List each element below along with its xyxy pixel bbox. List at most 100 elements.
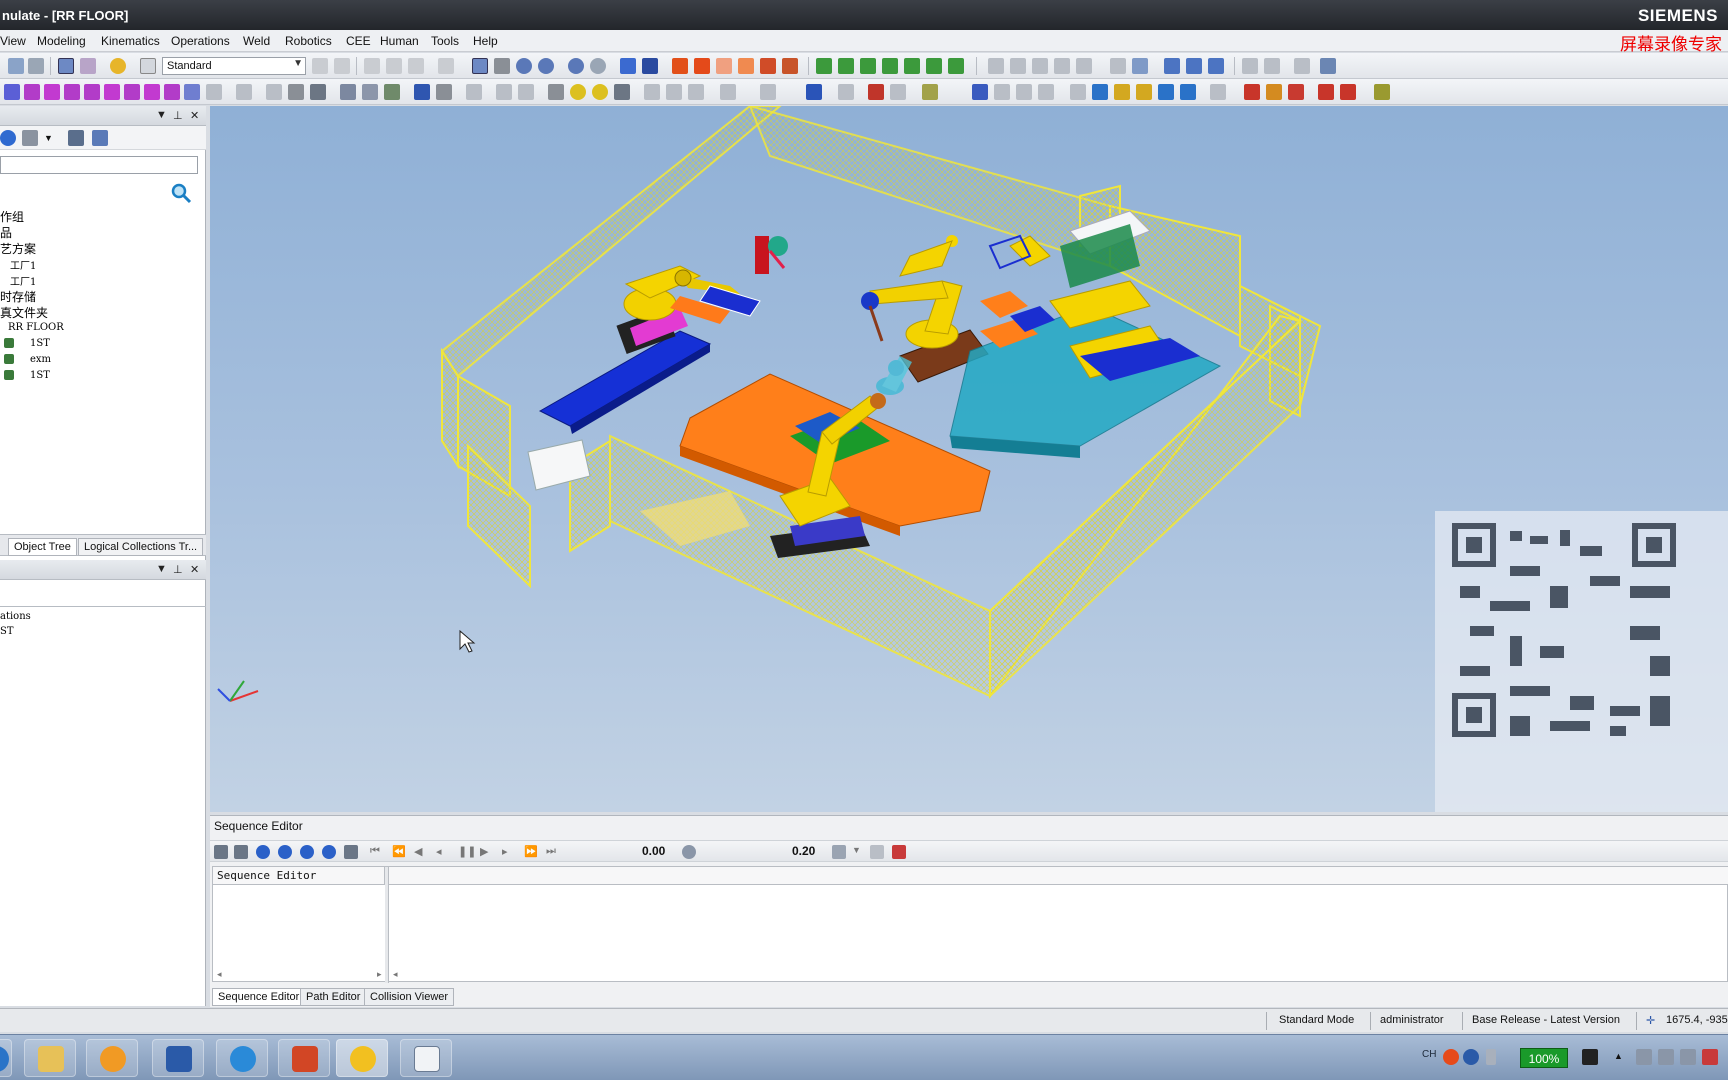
jump-start-icon[interactable]: ⏮ (370, 845, 384, 859)
weld-mirror-icon[interactable] (144, 84, 160, 100)
operation-item[interactable]: ST (0, 626, 14, 637)
undo-move-icon[interactable] (1242, 58, 1258, 74)
taskbar-internet-explorer[interactable] (216, 1039, 268, 1077)
menu-cee[interactable]: CEE (346, 34, 371, 48)
via-point-icon[interactable] (518, 84, 534, 100)
menu-help[interactable]: Help (473, 34, 498, 48)
zoom-fit-icon[interactable] (568, 58, 584, 74)
paste-icon[interactable] (408, 58, 424, 74)
jump-end-icon[interactable]: ⏭ (546, 845, 560, 859)
collision-icon[interactable] (414, 84, 430, 100)
tree-item[interactable]: 艺方案 (0, 240, 36, 257)
cell-icon[interactable] (1340, 84, 1356, 100)
gantt-timeline-header[interactable] (389, 867, 1728, 885)
menu-operations[interactable]: Operations (171, 34, 230, 48)
save-icon[interactable] (28, 58, 44, 74)
trace-options-icon[interactable] (1136, 84, 1152, 100)
view-front-icon[interactable] (816, 58, 832, 74)
station-icon[interactable] (1318, 84, 1334, 100)
pick-level-icon[interactable] (80, 58, 96, 74)
attach-weld-icon[interactable] (890, 84, 906, 100)
taskbar-powerpoint[interactable] (278, 1039, 330, 1077)
tree-open-icon[interactable] (22, 130, 38, 146)
view-iso-icon[interactable] (948, 58, 964, 74)
transform-icon[interactable] (362, 84, 378, 100)
undo-icon[interactable] (312, 58, 328, 74)
simulation-link-icon[interactable] (1244, 84, 1260, 100)
signal-icon[interactable] (1680, 1049, 1696, 1065)
location-icon[interactable] (570, 84, 586, 100)
taskbar-file-explorer[interactable] (24, 1039, 76, 1077)
view-back-icon[interactable] (838, 58, 854, 74)
delete-icon[interactable] (438, 58, 454, 74)
flow-icon[interactable] (384, 84, 400, 100)
select-mode-icon[interactable] (58, 58, 74, 74)
trace-icon[interactable] (1114, 84, 1130, 100)
menu-weld[interactable]: Weld (243, 34, 270, 48)
placement-icon[interactable] (1054, 58, 1070, 74)
filter-icon[interactable] (1180, 84, 1196, 100)
zoom-in-icon[interactable] (256, 845, 270, 859)
align-icon[interactable] (1210, 84, 1226, 100)
snap-icon[interactable] (988, 58, 1004, 74)
more-tools-icon[interactable] (1374, 84, 1390, 100)
taskbar-process-simulate[interactable] (336, 1039, 388, 1077)
taskbar-screen-recorder[interactable] (400, 1039, 452, 1077)
view-center-icon[interactable] (620, 58, 636, 74)
menu-tools[interactable]: Tools (431, 34, 459, 48)
tree-item[interactable]: 作组 (0, 208, 24, 225)
menu-view[interactable]: View (0, 34, 26, 48)
pin-icon[interactable]: ⊥ (173, 109, 183, 122)
weld-project-icon[interactable] (24, 84, 40, 100)
recorder-zoom-badge[interactable]: 100% (1520, 1048, 1568, 1068)
label-icon[interactable] (838, 84, 854, 100)
close-icon[interactable]: ✕ (190, 563, 199, 576)
scroll-right-icon[interactable]: ▸ (377, 969, 382, 980)
clock-icon[interactable] (682, 845, 696, 859)
tools-icon[interactable] (870, 845, 884, 859)
start-button[interactable] (0, 1039, 12, 1077)
robot-tool-icon[interactable] (760, 58, 776, 74)
sequence-column-header[interactable]: Sequence Editor (213, 867, 385, 885)
tree-refresh-icon[interactable] (0, 130, 16, 146)
tab-logical-collections[interactable]: Logical Collections Tr... (78, 538, 204, 556)
snapshot-icon[interactable] (310, 84, 326, 100)
robot-config-icon[interactable] (688, 84, 704, 100)
weld-copy-icon[interactable] (164, 84, 180, 100)
tree-item[interactable]: 品 (0, 224, 12, 241)
tree-item[interactable]: 工厂1 (10, 257, 36, 272)
copy-icon[interactable] (386, 58, 402, 74)
pin-icon[interactable]: ⊥ (173, 563, 183, 576)
zoom-selection-icon[interactable] (322, 845, 336, 859)
sogou-icon[interactable] (1443, 1049, 1459, 1065)
joint-jog-icon[interactable] (666, 84, 682, 100)
camera-icon[interactable] (288, 84, 304, 100)
view-right-icon[interactable] (882, 58, 898, 74)
tab-collision-viewer[interactable]: Collision Viewer (364, 988, 455, 1006)
pointer-icon[interactable] (472, 58, 488, 74)
record-icon[interactable] (892, 845, 906, 859)
mount-tool-icon[interactable] (1164, 58, 1180, 74)
jog-icon[interactable] (1186, 58, 1202, 74)
weld-align-icon[interactable] (84, 84, 100, 100)
open-icon[interactable] (8, 58, 24, 74)
cut-icon[interactable] (364, 58, 380, 74)
cycle-time-icon[interactable] (760, 84, 776, 100)
view-top-icon[interactable] (904, 58, 920, 74)
tree-item[interactable]: 工厂1 (10, 273, 36, 288)
play-icon[interactable]: ▶ (480, 845, 494, 859)
weld-merge-icon[interactable] (124, 84, 140, 100)
menu-human[interactable]: Human (380, 34, 419, 48)
sequence-grid[interactable]: Sequence Editor ◂ ▸ ◂ (212, 866, 1728, 983)
solid-icon[interactable] (694, 58, 710, 74)
display-icon[interactable] (1320, 58, 1336, 74)
view-bottom-icon[interactable] (926, 58, 942, 74)
grid-icon[interactable] (344, 845, 358, 859)
list-icon[interactable] (236, 84, 252, 100)
cable-icon[interactable] (1110, 58, 1126, 74)
graphic-viewer[interactable] (210, 106, 1728, 812)
taskbar-media-player[interactable] (86, 1039, 138, 1077)
robot-adjust-icon[interactable] (548, 84, 564, 100)
network-icon[interactable] (1636, 1049, 1652, 1065)
tab-sequence-editor[interactable]: Sequence Editor (212, 988, 306, 1006)
